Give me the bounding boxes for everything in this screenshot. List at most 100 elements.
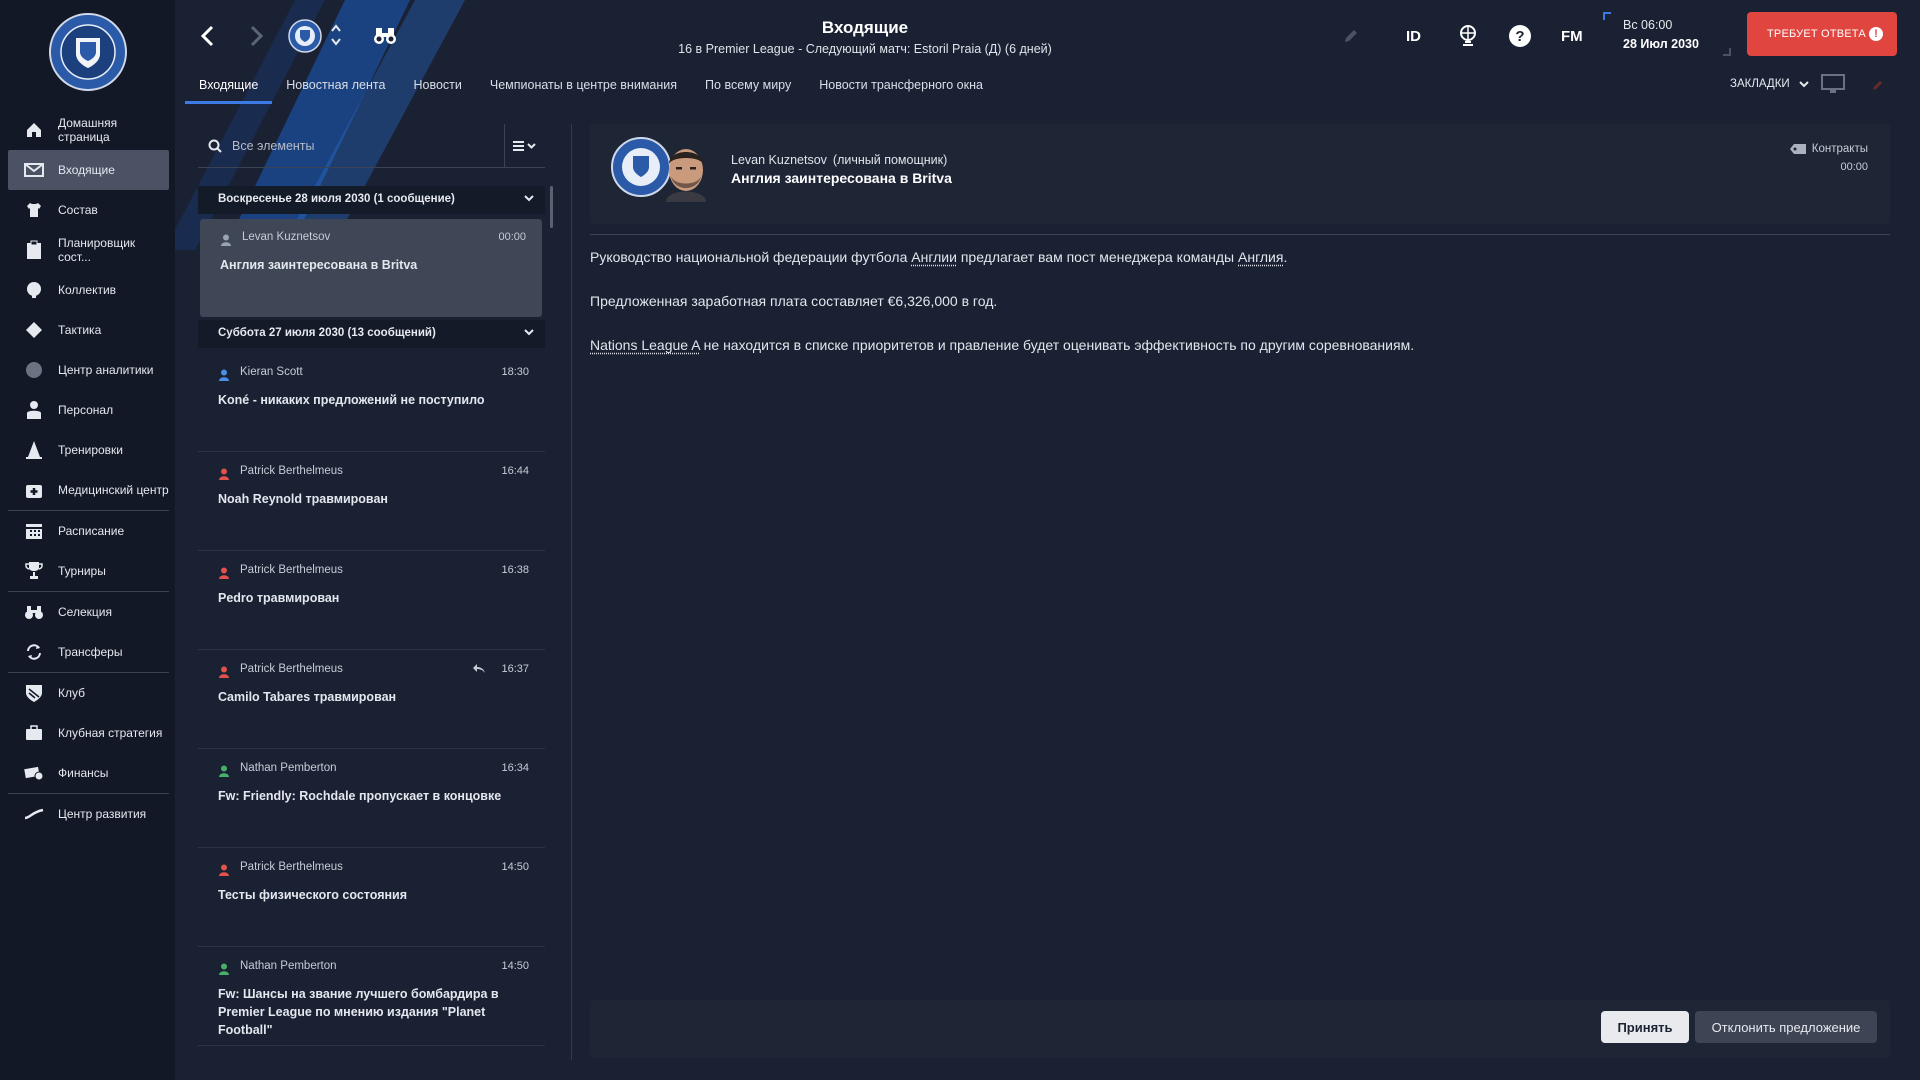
- trophy-icon: [24, 561, 44, 581]
- message-time: 16:34: [501, 762, 529, 774]
- sidebar-item-club-vision[interactable]: Клубная стратегия: [8, 713, 169, 753]
- calendar-icon: [24, 521, 44, 541]
- cone-icon: [24, 440, 44, 460]
- list-item[interactable]: Patrick Berthelmeus 14:50 Тесты физическ…: [198, 849, 545, 947]
- panel-divider: [571, 124, 572, 1060]
- message-sender: Levan Kuznetsov: [242, 231, 331, 243]
- filter-menu-button[interactable]: [504, 124, 544, 168]
- sidebar-item-transfers[interactable]: Трансферы: [8, 632, 169, 672]
- sidebar: Домашняя страница Входящие Состав Планир…: [0, 0, 175, 1080]
- date-group-header[interactable]: Воскресенье 28 июля 2030 (1 сообщение): [198, 186, 545, 214]
- search-icon: [208, 139, 222, 153]
- sidebar-item-club[interactable]: Клуб: [8, 673, 169, 713]
- date-group-label: Суббота 27 июля 2030 (13 сообщений): [218, 327, 436, 339]
- competition-link[interactable]: Nations League A: [590, 337, 700, 353]
- list-item[interactable]: Nathan Pemberton 14:50 Fw: Шансы на зван…: [198, 948, 545, 1046]
- sidebar-item-competitions[interactable]: Турниры: [8, 551, 169, 591]
- sidebar-item-label: Клубная стратегия: [58, 726, 163, 740]
- sidebar-item-label: Клуб: [58, 686, 85, 700]
- bookmarks-dropdown[interactable]: ЗАКЛАДКИ: [1730, 78, 1809, 90]
- list-item[interactable]: Levan Kuznetsov 00:00 Англия заинтересов…: [200, 219, 542, 317]
- list-item[interactable]: Patrick Berthelmeus 16:38 Pedro травмиро…: [198, 552, 545, 650]
- message-title: Англия заинтересована в Britva: [731, 170, 952, 186]
- analytics-icon: [24, 360, 44, 380]
- shield-icon: [24, 683, 44, 703]
- inbox-tabs: Входящие Новостная лента Новости Чемпион…: [185, 72, 997, 104]
- fm-menu-icon[interactable]: FM: [1561, 22, 1583, 50]
- message-from[interactable]: Levan Kuznetsov (личный помощник): [731, 153, 947, 167]
- body-text: Руководство национальной федерации футбо…: [590, 249, 912, 265]
- list-item[interactable]: Patrick Berthelmeus 16:44 Noah Reynold т…: [198, 453, 545, 551]
- message-time: 00:00: [498, 231, 526, 243]
- sidebar-item-staff[interactable]: Персонал: [8, 390, 169, 430]
- growth-icon: [24, 804, 44, 824]
- tab-news-feed[interactable]: Новостная лента: [272, 72, 399, 104]
- message-category[interactable]: Контракты: [1789, 143, 1868, 155]
- message-subject: Тесты физического состояния: [218, 888, 408, 902]
- edit-pencil-icon[interactable]: [1872, 78, 1884, 96]
- sidebar-item-label: Планировщик сост...: [58, 236, 136, 264]
- sidebar-item-medical[interactable]: Медицинский центр: [8, 470, 169, 510]
- sidebar-item-schedule[interactable]: Расписание: [8, 511, 169, 551]
- sidebar-item-training[interactable]: Тренировки: [8, 430, 169, 470]
- list-scrollbar[interactable]: [550, 186, 553, 228]
- list-item[interactable]: Nathan Pemberton 16:34 Fw: Friendly: Roc…: [198, 750, 545, 848]
- person-icon: [219, 963, 229, 975]
- list-item[interactable]: Kieran Scott 18:30 Koné - никаких предло…: [198, 354, 545, 452]
- sidebar-item-squad-planner[interactable]: Планировщик сост...: [8, 230, 169, 270]
- tab-inbox[interactable]: Входящие: [185, 72, 273, 104]
- tab-around-the-world[interactable]: По всему миру: [691, 72, 805, 104]
- person-icon: [219, 468, 229, 480]
- sidebar-item-analytics[interactable]: Центр аналитики: [8, 350, 169, 390]
- tactics-icon: [24, 320, 44, 340]
- sidebar-item-inbox[interactable]: Входящие: [8, 150, 169, 190]
- team-link[interactable]: Англия: [1238, 249, 1283, 265]
- sidebar-item-label: Входящие: [58, 163, 115, 177]
- tab-news[interactable]: Новости: [399, 72, 475, 104]
- world-trophy-icon[interactable]: [1458, 22, 1478, 50]
- sidebar-item-label: Домашняя страница: [58, 116, 118, 144]
- game-date[interactable]: 28 Июл 2030: [1623, 37, 1699, 51]
- calendar-corner-icon: [1723, 48, 1731, 56]
- game-date-day[interactable]: Вс 06:00: [1623, 18, 1672, 32]
- tab-competitions-spotlight[interactable]: Чемпионаты в центре внимания: [476, 72, 691, 104]
- date-group-header[interactable]: Суббота 27 июля 2030 (13 сообщений): [198, 320, 545, 348]
- sidebar-item-development-centre[interactable]: Центр развития: [8, 794, 169, 834]
- sidebar-item-finances[interactable]: Финансы: [8, 753, 169, 793]
- help-icon[interactable]: ?: [1508, 22, 1532, 50]
- id-icon[interactable]: ID: [1406, 22, 1421, 50]
- person-icon: [219, 666, 229, 678]
- tab-transfer-window-news[interactable]: Новости трансферного окна: [805, 72, 997, 104]
- message-subject: Pedro травмирован: [218, 591, 340, 605]
- edit-pencil-icon[interactable]: [1343, 22, 1359, 50]
- requires-response-button[interactable]: ТРЕБУЕТ ОТВЕТА !: [1747, 12, 1897, 56]
- message-sender-name[interactable]: Levan Kuznetsov: [731, 153, 827, 167]
- search-bar: [198, 124, 545, 168]
- nation-link[interactable]: Англии: [911, 249, 957, 265]
- message-time: 16:37: [501, 663, 529, 675]
- sidebar-item-tactics[interactable]: Тактика: [8, 310, 169, 350]
- message-subject: Koné - никаких предложений не поступило: [218, 393, 485, 407]
- sidebar-item-dynamics[interactable]: Коллектив: [8, 270, 169, 310]
- sidebar-item-squad[interactable]: Состав: [8, 190, 169, 230]
- message-sender: Patrick Berthelmeus: [240, 465, 343, 477]
- monitor-icon[interactable]: [1821, 74, 1845, 99]
- club-logo[interactable]: [48, 12, 128, 92]
- sidebar-item-scouting[interactable]: Селекция: [8, 592, 169, 632]
- sidebar-item-label: Коллектив: [58, 283, 117, 297]
- message-subject: Fw: Friendly: Rochdale пропускает в конц…: [218, 789, 502, 803]
- decline-offer-button[interactable]: Отклонить предложение: [1695, 1011, 1877, 1043]
- message-paragraph: Руководство национальной федерации футбо…: [590, 248, 1890, 267]
- main-navigation: Домашняя страница Входящие Состав Планир…: [0, 110, 175, 834]
- sidebar-item-home[interactable]: Домашняя страница: [8, 110, 169, 150]
- accept-button[interactable]: Принять: [1601, 1011, 1689, 1043]
- message-sender: Patrick Berthelmeus: [240, 564, 343, 576]
- staff-icon: [24, 400, 44, 420]
- sender-avatar[interactable]: [660, 142, 712, 202]
- sidebar-item-label: Центр развития: [58, 807, 147, 821]
- list-item[interactable]: Patrick Berthelmeus 16:37 Camilo Tabares…: [198, 651, 545, 749]
- person-icon: [221, 234, 231, 246]
- message-subject: Noah Reynold травмирован: [218, 492, 388, 506]
- bookmarks-label: ЗАКЛАДКИ: [1730, 78, 1790, 90]
- search-input[interactable]: [232, 136, 492, 156]
